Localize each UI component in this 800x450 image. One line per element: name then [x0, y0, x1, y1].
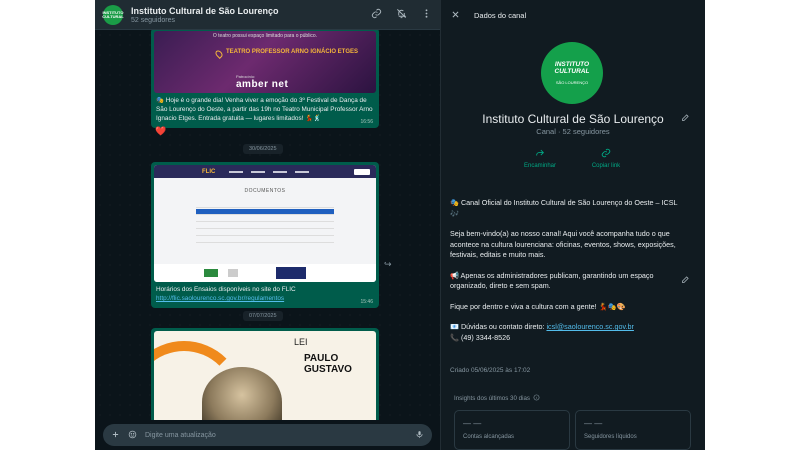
- share-arrow-icon: [536, 149, 544, 156]
- channel-description: 🎭 Canal Oficial do Instituto Cultural de…: [450, 198, 678, 342]
- info-icon[interactable]: [533, 394, 540, 403]
- insights-header: Insights dos últimos 30 dias: [454, 394, 540, 403]
- website-screenshot-image[interactable]: FLIC DOCUMENTOS: [154, 165, 376, 282]
- message-time: 15:46: [360, 299, 373, 305]
- sponsor-logos: [154, 264, 376, 282]
- message-caption: 🎭 Hoje é o grande dia! Venha viver a emo…: [156, 97, 373, 122]
- reaction-heart[interactable]: ❤️: [155, 126, 166, 137]
- edit-name-pencil-icon[interactable]: [681, 111, 690, 125]
- close-icon[interactable]: [451, 8, 460, 22]
- followers-count: 52 seguidores: [131, 16, 175, 24]
- channel-name: Instituto Cultural de São Lourenço: [482, 112, 664, 126]
- composer: Digite uma atualização: [95, 420, 440, 450]
- created-date: Criado 05/06/2025 às 17:02: [450, 367, 531, 374]
- search-box: [354, 168, 370, 175]
- panel-title: Dados do canal: [474, 10, 527, 20]
- more-options-icon[interactable]: [421, 8, 432, 22]
- channel-subtitle: Canal · 52 seguidores: [536, 127, 610, 136]
- contact-phone[interactable]: 📞 (49) 3344-8526: [450, 333, 510, 342]
- channel-info-panel: Dados do canal INSTITUTO CULTURAL SÃO LO…: [440, 0, 705, 450]
- insight-card-followers[interactable]: — — Seguidores líquidos: [575, 410, 691, 450]
- location-pin-icon: [214, 49, 224, 59]
- message-caption: Horários dos Ensaios disponíveis no site…: [156, 286, 296, 302]
- link-icon[interactable]: [371, 8, 382, 22]
- message-bubble[interactable]: FLIC DOCUMENTOS Horários dos Ensaios dis…: [151, 162, 379, 308]
- channel-avatar[interactable]: INSTITUTO CULTURAL: [102, 4, 124, 25]
- sticker-icon[interactable]: [128, 428, 137, 442]
- message-bubble[interactable]: O teatro possui espaço limitado para o p…: [151, 30, 379, 128]
- forward-button[interactable]: Encaminhar: [518, 148, 562, 169]
- attach-plus-icon[interactable]: [111, 428, 120, 442]
- mute-bell-icon[interactable]: [396, 8, 407, 22]
- event-poster-image[interactable]: O teatro possui espaço limitado para o p…: [154, 31, 376, 93]
- date-separator: 30/06/2025: [243, 144, 283, 154]
- message-time: 16:56: [360, 119, 373, 125]
- contact-email-link[interactable]: icsl@saolourenco.sc.gov.br: [546, 322, 633, 331]
- copy-link-button[interactable]: Copiar link: [584, 148, 628, 169]
- lei-paulo-gustavo-image[interactable]: LEI PAULO GUSTAVO: [154, 331, 376, 420]
- chat-header[interactable]: INSTITUTO CULTURAL Instituto Cultural de…: [95, 0, 440, 30]
- channel-title: Instituto Cultural de São Lourenço: [131, 5, 279, 16]
- date-separator: 07/07/2025: [243, 311, 283, 321]
- message-list[interactable]: O teatro possui espaço limitado para o p…: [95, 30, 440, 420]
- link-icon: [601, 148, 611, 158]
- channel-chat-pane: INSTITUTO CULTURAL Instituto Cultural de…: [95, 0, 440, 450]
- outer-margin-left: [0, 0, 95, 450]
- message-bubble[interactable]: LEI PAULO GUSTAVO: [151, 328, 379, 420]
- message-link[interactable]: http://flic.saolourenco.sc.gov.br/regula…: [156, 295, 284, 302]
- outer-margin-right: [705, 0, 800, 450]
- forward-icon[interactable]: ↪: [384, 259, 392, 270]
- insight-card-reach[interactable]: — — Contas alcançadas: [454, 410, 570, 450]
- microphone-icon[interactable]: [415, 428, 424, 442]
- channel-avatar-large[interactable]: INSTITUTO CULTURAL SÃO LOURENÇO: [541, 42, 603, 104]
- documents-table: [196, 202, 334, 243]
- update-input[interactable]: Digite uma atualização: [103, 424, 432, 446]
- composer-placeholder[interactable]: Digite uma atualização: [145, 432, 407, 439]
- edit-description-pencil-icon[interactable]: [681, 273, 690, 287]
